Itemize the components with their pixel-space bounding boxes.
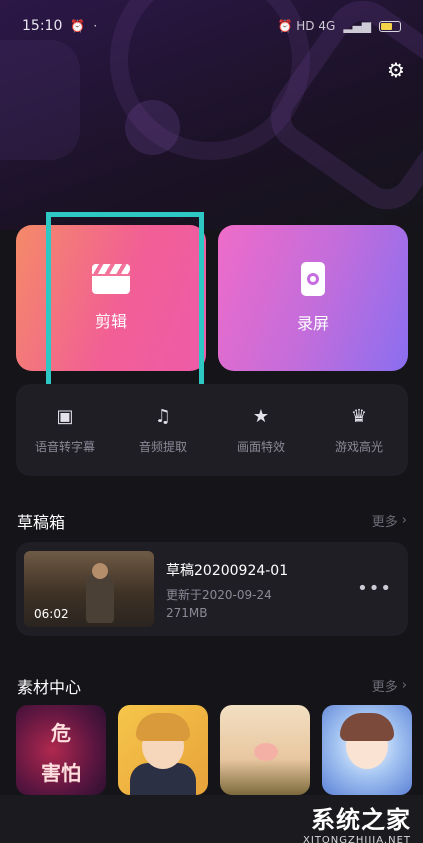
draft-duration: 06:02 [34,607,69,621]
draft-thumbnail: 06:02 [24,551,154,627]
tool-effects[interactable]: ★ 画面特效 [216,406,306,455]
watermark: 系统之家 XITONGZHIJIA.NET [303,800,411,843]
material-tile[interactable] [322,705,412,795]
tool-game-highlights[interactable]: ♛ 游戏高光 [314,406,404,455]
draft-size: 271MB [166,606,208,620]
record-label: 录屏 [296,314,329,333]
material-tile-text: 危 [51,721,71,745]
thumbnail-figure [86,573,114,623]
highlight-box [46,212,204,409]
subtitle-icon: ▣ [56,405,74,427]
material-tile[interactable]: 危 害怕 [16,705,106,795]
more-label: 更多 [371,680,398,695]
tool-label: 语音转字幕 [34,439,95,454]
materials-more-link[interactable]: 更多 › [372,676,407,695]
status-left: 15:10 ⏰ · [22,18,97,34]
draft-name: 草稿20200924-01 [166,563,289,579]
effects-icon: ★ [252,405,270,427]
materials-title: 素材中心 [17,678,82,697]
watermark-title: 系统之家 [311,806,411,834]
screen-record-card[interactable]: 录屏 [218,225,408,371]
drafts-more-link[interactable]: 更多 › [372,511,407,530]
trophy-icon: ♛ [350,405,368,427]
chevron-right-icon: › [401,513,407,528]
draft-item[interactable]: 06:02 草稿20200924-01 更新于2020-09-24 271MB … [16,542,408,636]
watermark-url: XITONGZHIJIA.NET [303,835,411,843]
cartoon-critter [254,743,278,761]
audio-extract-icon: ♫ [154,405,172,427]
thumbnail-figure-head [92,563,108,579]
alarm-icon: ⏰ [70,19,86,33]
signal-icon: ▂▄▆ [343,19,371,33]
battery-icon [379,20,401,32]
decor-dot [125,100,180,155]
drafts-title: 草稿箱 [17,513,66,532]
status-right: ⏰ HD 4G ▂▄▆ [278,19,401,33]
tool-label: 游戏高光 [334,439,383,454]
chevron-right-icon: › [401,678,407,693]
tool-audio-extract[interactable]: ♫ 音频提取 [118,406,208,455]
material-tile[interactable] [118,705,208,795]
material-tile-text: 害怕 [41,761,81,785]
tool-row: ▣ 语音转字幕 ♫ 音频提取 ★ 画面特效 ♛ 游戏高光 [16,384,408,476]
notification-dot-icon: · [93,19,98,33]
decor-square [0,40,80,160]
anime-hair [136,713,190,741]
status-time: 15:10 [22,18,63,34]
tool-subtitles[interactable]: ▣ 语音转字幕 [20,406,110,455]
status-indicators: ⏰ HD 4G [277,19,336,33]
materials-row: 危 害怕 [16,705,423,795]
status-bar: 15:10 ⏰ · ⏰ HD 4G ▂▄▆ [0,0,423,52]
screen-record-icon [301,262,325,296]
material-tile[interactable] [220,705,310,795]
tool-label: 画面特效 [236,439,285,454]
gear-icon[interactable]: ⚙ [384,58,408,82]
tool-label: 音频提取 [138,439,187,454]
more-label: 更多 [371,515,398,530]
more-options-icon[interactable]: ••• [357,578,392,599]
anime-hair [340,713,394,741]
draft-updated: 更新于2020-09-24 [166,588,272,602]
